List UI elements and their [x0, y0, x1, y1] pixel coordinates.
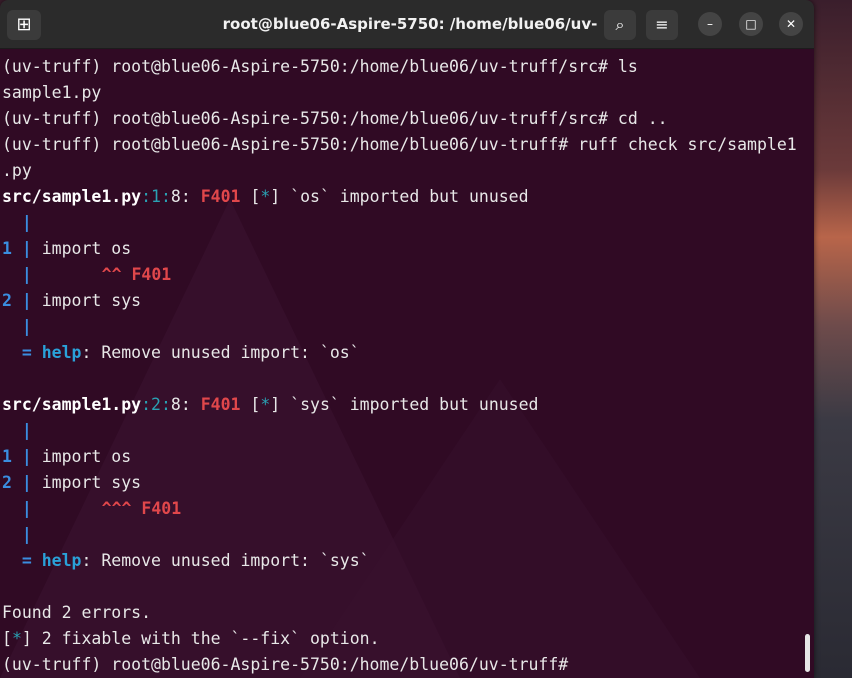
terminal-line: 2 | import sys [2, 291, 142, 310]
title-bar: ⊞ root@blue06-Aspire-5750: /home/blue06/… [0, 0, 814, 81]
diagnostic-header: src/sample1.py:2:8: F401 [*] `sys` impor… [2, 395, 539, 414]
new-tab-button[interactable]: ⊞ [7, 10, 41, 40]
terminal-line: | [2, 421, 32, 440]
diagnostic-header: src/sample1.py:1:8: F401 [*] `os` import… [2, 187, 529, 206]
terminal-line: 2 | import sys [2, 473, 142, 492]
terminal-line: | [2, 525, 32, 544]
terminal-window: ⊞ root@blue06-Aspire-5750: /home/blue06/… [0, 0, 814, 678]
terminal-line: (uv-truff) root@blue06-Aspire-5750:/home… [2, 109, 668, 128]
terminal-line: (uv-truff) root@blue06-Aspire-5750:/home… [2, 655, 569, 674]
terminal-line: .py [2, 161, 32, 180]
terminal-line: | [2, 317, 32, 336]
close-button[interactable]: ✕ [779, 12, 803, 36]
terminal-line: Found 2 errors. [2, 603, 152, 622]
terminal-line: 1 | import os [2, 447, 132, 466]
terminal-line: | ^^ F401 [2, 265, 172, 284]
search-button[interactable]: ⌕ [604, 10, 636, 40]
terminal-line: | [2, 213, 32, 232]
scrollbar-thumb[interactable] [805, 634, 810, 672]
terminal-line: | ^^^ F401 [2, 499, 182, 518]
terminal-line: 1 | import os [2, 239, 132, 258]
terminal-line: (uv-truff) root@blue06-Aspire-5750:/home… [2, 57, 638, 76]
window-title: root@blue06-Aspire-5750: /home/blue06/uv… [222, 15, 598, 81]
maximize-button[interactable]: □ [739, 12, 763, 36]
terminal-line: = help: Remove unused import: `sys` [2, 551, 370, 570]
hamburger-menu-button[interactable]: ≡ [646, 10, 678, 40]
terminal-line: [*] 2 fixable with the `--fix` option. [2, 629, 380, 648]
terminal-line: (uv-truff) root@blue06-Aspire-5750:/home… [2, 135, 797, 154]
terminal-line: sample1.py [2, 83, 102, 102]
terminal-line: = help: Remove unused import: `os` [2, 343, 360, 362]
minimize-button[interactable]: – [698, 12, 722, 36]
terminal-content[interactable]: (uv-truff) root@blue06-Aspire-5750:/home… [0, 49, 814, 678]
